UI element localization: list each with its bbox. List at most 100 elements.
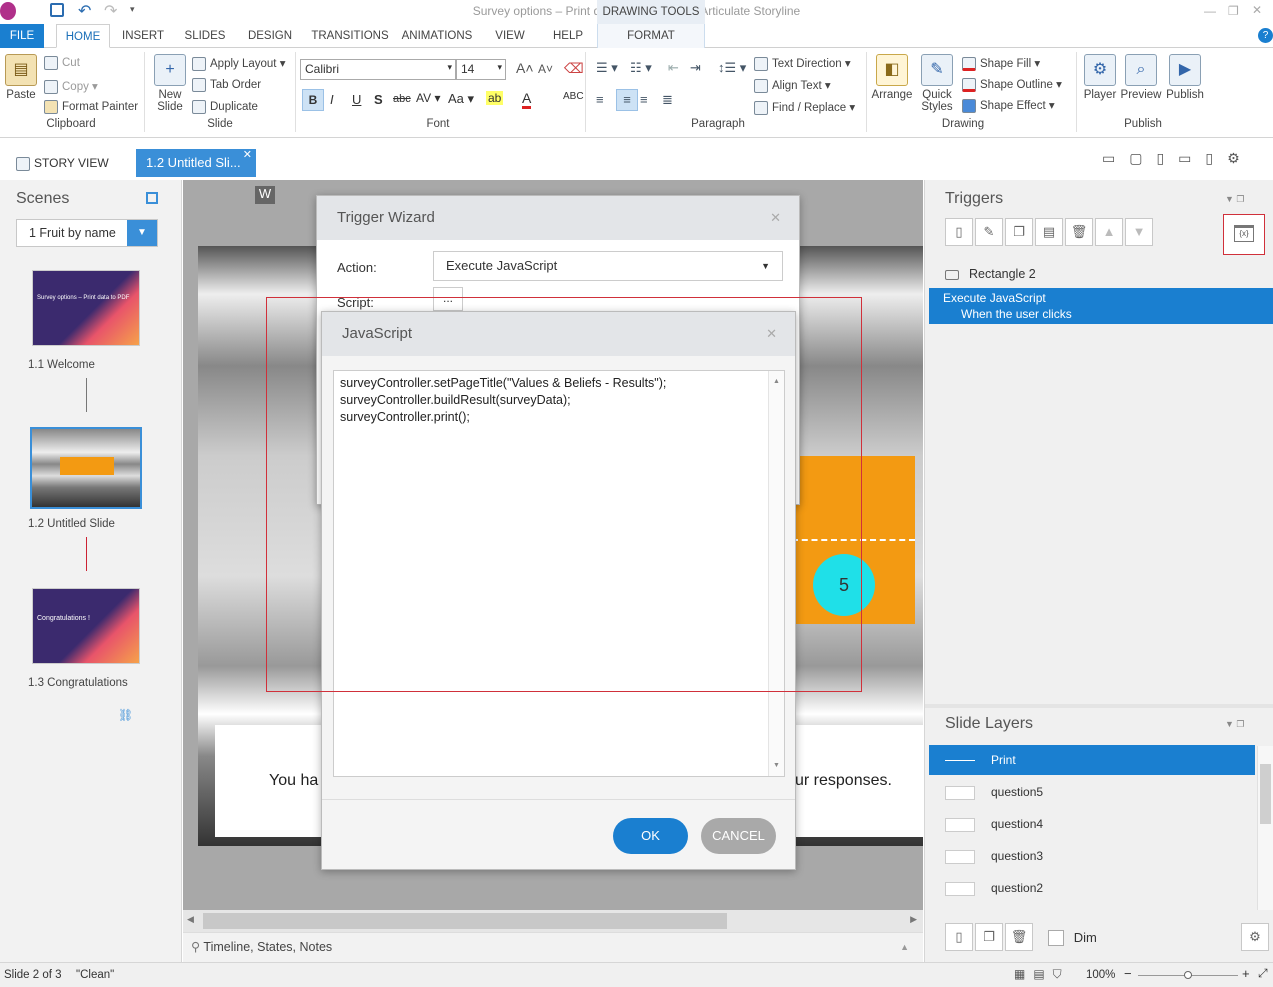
layer-question5[interactable]: question5 — [929, 777, 1255, 807]
fit-icon[interactable]: ⤢ — [1258, 966, 1268, 981]
italic-button[interactable]: I — [330, 92, 334, 107]
close-icon[interactable]: ✕ — [766, 312, 777, 356]
tab-slides[interactable]: SLIDES — [178, 24, 232, 48]
tab-animations[interactable]: ANIMATIONS — [396, 24, 478, 48]
shadow-button[interactable]: S — [374, 92, 383, 107]
view-icons[interactable]: ▦▤⛉ — [1014, 967, 1070, 982]
horizontal-scrollbar[interactable]: ◀ ▶ — [183, 910, 923, 932]
underline-button[interactable]: U — [352, 92, 361, 107]
dim-checkbox[interactable] — [1048, 929, 1065, 946]
font-color-button[interactable]: A — [522, 90, 532, 109]
quick-styles-button[interactable]: ✎ Quick Styles — [916, 54, 958, 113]
move-up-icon[interactable]: ▲ — [1095, 218, 1123, 246]
align-right-icon[interactable]: ≡ — [640, 92, 648, 107]
scenes-popout-icon[interactable] — [146, 192, 158, 204]
delete-trigger-icon[interactable]: 🗑 — [1065, 218, 1093, 246]
bold-button[interactable]: B — [302, 89, 324, 111]
number-circle[interactable]: 5 — [813, 554, 875, 616]
highlight-button[interactable]: ab — [486, 91, 504, 105]
publish-button[interactable]: ▶ Publish — [1164, 54, 1206, 101]
minimize-button[interactable]: — — [1204, 4, 1216, 18]
find-replace-button[interactable]: Find / Replace ▾ — [754, 100, 855, 115]
chevron-down-icon[interactable]: ▼ — [127, 220, 157, 246]
justify-icon[interactable]: ≣ — [662, 92, 673, 108]
zoom-thumb[interactable] — [1184, 971, 1192, 979]
duplicate-button[interactable]: Duplicate — [192, 100, 258, 114]
spell-check-icon[interactable]: ABC — [563, 91, 584, 102]
arrange-button[interactable]: ◧ Arrange — [870, 54, 914, 101]
tab-help[interactable]: HELP — [546, 24, 590, 48]
slide-thumbnail-3[interactable]: Congratulations ! — [32, 588, 140, 664]
edit-trigger-icon[interactable]: ✎ — [975, 218, 1003, 246]
restore-button[interactable]: ❐ — [1228, 4, 1239, 18]
editor-scrollbar[interactable]: ▲ ▼ — [768, 371, 784, 776]
tab-transitions[interactable]: TRANSITIONS — [306, 24, 394, 48]
font-size-select[interactable]: 14 ▾ — [456, 59, 506, 80]
help-icon[interactable]: ? — [1258, 28, 1273, 43]
shape-effect-button[interactable]: Shape Effect ▾ — [962, 98, 1055, 113]
text-direction-button[interactable]: Text Direction ▾ — [754, 56, 851, 71]
change-case-button[interactable]: Aa ▾ — [448, 91, 474, 107]
layers-collapse-icon[interactable]: ▼ ❐ — [1225, 719, 1244, 730]
move-down-icon[interactable]: ▼ — [1125, 218, 1153, 246]
format-painter-button[interactable]: Format Painter — [44, 100, 138, 114]
layer-question4[interactable]: question4 — [929, 809, 1255, 839]
close-tab-icon[interactable]: ✕ — [243, 141, 252, 169]
script-edit-button[interactable]: ... — [433, 287, 463, 311]
scene-selector[interactable]: 1 Fruit by name ▼ — [16, 219, 158, 247]
preview-button[interactable]: ⌕ Preview — [1120, 54, 1162, 101]
apply-layout-button[interactable]: Apply Layout ▾ — [192, 56, 285, 71]
decrease-indent-icon[interactable]: ⇤ — [668, 60, 679, 76]
close-window-button[interactable]: ✕ — [1252, 3, 1262, 17]
story-view-tab[interactable]: STORY VIEW — [16, 150, 109, 176]
tab-file[interactable]: FILE — [0, 24, 44, 48]
shrink-font-icon[interactable]: A˅ — [538, 62, 553, 76]
layer-question3[interactable]: question3 — [929, 841, 1255, 871]
tab-design[interactable]: DESIGN — [242, 24, 298, 48]
align-text-button[interactable]: Align Text ▾ — [754, 78, 831, 93]
paste-trigger-icon[interactable]: ▤ — [1035, 218, 1063, 246]
trigger-object-row[interactable]: Rectangle 2 — [945, 267, 1036, 281]
clear-format-icon[interactable]: ⌫ — [564, 60, 584, 77]
selected-trigger[interactable]: Execute JavaScript When the user clicks — [929, 288, 1273, 324]
paste-button[interactable]: ▤ Paste — [4, 54, 38, 101]
shape-fill-button[interactable]: Shape Fill ▾ — [962, 56, 1040, 71]
javascript-editor[interactable]: surveyController.setPageTitle("Values & … — [333, 370, 785, 777]
copy-trigger-icon[interactable]: ❐ — [1005, 218, 1033, 246]
javascript-trigger-button[interactable]: {x} — [1223, 214, 1265, 255]
cancel-button[interactable]: CANCEL — [701, 818, 776, 854]
line-spacing-icon[interactable]: ↕☰ ▾ — [718, 60, 746, 76]
close-icon[interactable]: ✕ — [770, 196, 781, 240]
font-family-select[interactable]: Calibri ▾ — [300, 59, 456, 80]
duplicate-layer-icon[interactable]: ❐ — [975, 923, 1003, 951]
numbering-icon[interactable]: ☷ ▾ — [630, 60, 652, 76]
align-center-icon[interactable]: ≡ — [616, 89, 638, 111]
new-trigger-icon[interactable]: ▯ — [945, 218, 973, 246]
zoom-out-icon[interactable]: − — [1124, 966, 1132, 981]
shape-outline-button[interactable]: Shape Outline ▾ — [962, 77, 1062, 92]
panel-divider[interactable] — [925, 704, 1273, 708]
expand-timeline-icon[interactable]: ▲ — [900, 933, 909, 961]
tab-home[interactable]: HOME — [56, 24, 110, 48]
increase-indent-icon[interactable]: ⇥ — [690, 60, 701, 76]
tab-view[interactable]: VIEW — [488, 24, 532, 48]
delete-layer-icon[interactable]: 🗑 — [1005, 923, 1033, 951]
layer-settings-icon[interactable]: ⚙ — [1241, 923, 1269, 951]
copy-button[interactable]: Copy ▾ — [44, 79, 98, 94]
tab-insert[interactable]: INSERT — [116, 24, 170, 48]
cut-button[interactable]: Cut — [44, 56, 80, 70]
slide-tab-active[interactable]: 1.2 Untitled Sli... ✕ — [136, 149, 256, 177]
slide-thumbnail-2[interactable] — [30, 427, 142, 509]
layer-question2[interactable]: question2 — [929, 873, 1255, 903]
timeline-bar[interactable]: ⚲ Timeline, States, Notes ▲ — [183, 932, 923, 962]
tab-order-button[interactable]: Tab Order — [192, 78, 261, 92]
slide-thumbnail-1[interactable]: Survey options – Print data to PDF — [32, 270, 140, 346]
ok-button[interactable]: OK — [613, 818, 688, 854]
zoom-in-icon[interactable]: + — [1242, 966, 1250, 981]
panel-collapse-icon[interactable]: ▼ ❐ — [1225, 194, 1244, 205]
bullets-icon[interactable]: ☰ ▾ — [596, 60, 618, 76]
new-slide-button[interactable]: + New Slide — [150, 54, 190, 113]
player-button[interactable]: ⚙ Player — [1080, 54, 1120, 101]
layers-scrollbar[interactable] — [1257, 746, 1273, 910]
zoom-slider[interactable] — [1138, 971, 1238, 979]
